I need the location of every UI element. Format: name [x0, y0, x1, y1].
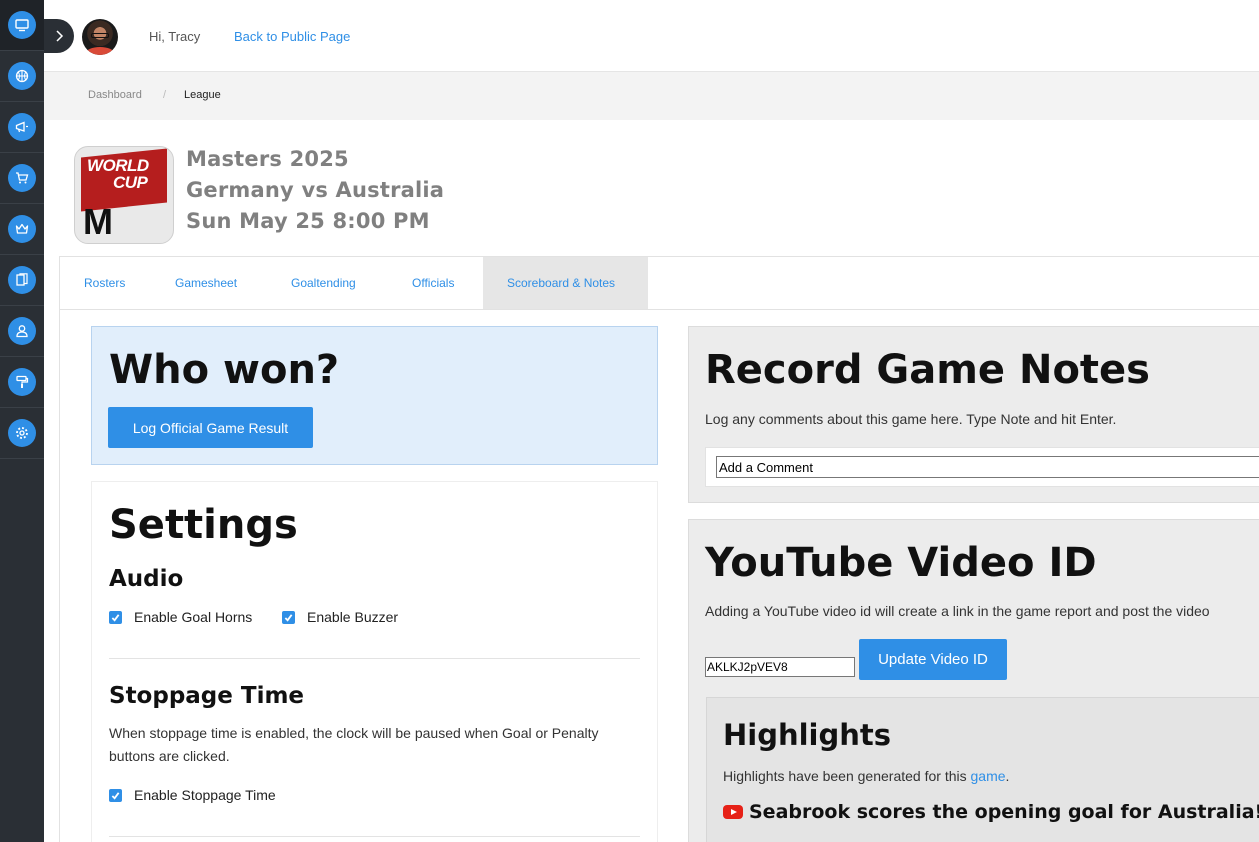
breadcrumb-current: League	[184, 89, 221, 101]
documents-icon	[8, 266, 36, 294]
game-notes-subtitle: Log any comments about this game here. T…	[705, 411, 1117, 427]
youtube-title: YouTube Video ID	[705, 540, 1097, 586]
buzzer-checkbox[interactable]: Enable Buzzer	[282, 609, 398, 625]
settings-panel: Settings Audio Enable Goal Horns Enable …	[91, 481, 658, 842]
sidebar-item-documents[interactable]	[0, 255, 44, 306]
user-icon	[8, 317, 36, 345]
breadcrumb: Dashboard / League	[44, 72, 1259, 120]
update-video-id-button[interactable]: Update Video ID	[859, 639, 1007, 680]
goal-horns-checkbox[interactable]: Enable Goal Horns	[109, 609, 252, 625]
monitor-icon	[8, 11, 36, 39]
stoppage-time-checkbox[interactable]: Enable Stoppage Time	[109, 787, 276, 803]
tab-scoreboard-notes[interactable]: Scoreboard & Notes	[483, 257, 648, 309]
highlights-title: Highlights	[723, 718, 892, 752]
avatar[interactable]	[82, 19, 118, 55]
megaphone-icon	[8, 113, 36, 141]
breadcrumb-separator: /	[163, 89, 167, 101]
highlights-text: Highlights have been generated for this …	[723, 768, 1010, 784]
sidebar-item-settings[interactable]	[0, 408, 44, 459]
who-won-title: Who won?	[109, 347, 340, 393]
game-notes-title: Record Game Notes	[705, 347, 1150, 393]
settings-title: Settings	[109, 502, 298, 548]
game-link[interactable]: game	[971, 768, 1006, 784]
checkbox-checked-icon	[282, 610, 295, 624]
audio-title: Audio	[109, 566, 184, 592]
paint-roller-icon	[8, 368, 36, 396]
sidebar-item-championships[interactable]	[0, 204, 44, 255]
comment-input[interactable]	[716, 456, 1259, 478]
gear-icon	[8, 419, 36, 447]
tab-officials[interactable]: Officials	[388, 257, 478, 309]
breadcrumb-dashboard[interactable]: Dashboard	[88, 89, 142, 101]
shopping-cart-icon	[8, 164, 36, 192]
tab-gamesheet[interactable]: Gamesheet	[151, 257, 261, 309]
top-header: Hi, Tracy Back to Public Page	[44, 0, 1259, 72]
video-id-input[interactable]	[705, 657, 855, 677]
stoppage-time-description: When stoppage time is enabled, the clock…	[109, 725, 599, 764]
game-tabs: Rosters Gamesheet Goaltending Officials …	[59, 256, 1259, 310]
youtube-play-icon	[723, 805, 743, 819]
divider	[109, 658, 640, 659]
sidebar	[0, 0, 44, 842]
youtube-subtitle: Adding a YouTube video id will create a …	[705, 603, 1210, 619]
comment-input-wrapper	[705, 447, 1259, 487]
sidebar-item-sports[interactable]	[0, 51, 44, 102]
sidebar-item-design[interactable]	[0, 357, 44, 408]
sidebar-item-users[interactable]	[0, 306, 44, 357]
sidebar-item-dashboard[interactable]	[0, 0, 44, 51]
checkbox-checked-icon	[109, 610, 122, 624]
sidebar-item-store[interactable]	[0, 153, 44, 204]
game-datetime: Sun May 25 8:00 PM	[186, 209, 430, 233]
highlight-video-title: Seabrook scores the opening goal for Aus…	[749, 801, 1259, 823]
user-greeting: Hi, Tracy	[149, 29, 201, 44]
game-notes-panel: Record Game Notes Log any comments about…	[688, 326, 1259, 503]
tab-goaltending[interactable]: Goaltending	[267, 257, 380, 309]
highlights-panel: Highlights Highlights have been generate…	[706, 697, 1259, 842]
youtube-panel: YouTube Video ID Adding a YouTube video …	[688, 519, 1259, 842]
sidebar-item-announcements[interactable]	[0, 102, 44, 153]
checkbox-checked-icon	[109, 788, 122, 802]
stoppage-time-title: Stoppage Time	[109, 683, 305, 709]
crown-icon	[8, 215, 36, 243]
game-matchup: Germany vs Australia	[186, 178, 445, 202]
buzzer-label: Enable Buzzer	[307, 609, 399, 625]
league-name: Masters 2025	[186, 147, 349, 171]
highlight-video-item[interactable]: Seabrook scores the opening goal for Aus…	[723, 801, 1259, 823]
basketball-icon	[8, 62, 36, 90]
log-game-result-button[interactable]: Log Official Game Result	[108, 407, 313, 448]
tab-rosters[interactable]: Rosters	[60, 257, 149, 309]
stoppage-time-label: Enable Stoppage Time	[134, 787, 276, 803]
league-logo: WORLD CUP M	[74, 146, 174, 244]
who-won-panel: Who won? Log Official Game Result	[91, 326, 658, 465]
back-to-public-link[interactable]: Back to Public Page	[234, 29, 350, 44]
goal-horns-label: Enable Goal Horns	[134, 609, 253, 625]
chevron-right-icon	[56, 30, 64, 42]
divider	[109, 836, 640, 837]
